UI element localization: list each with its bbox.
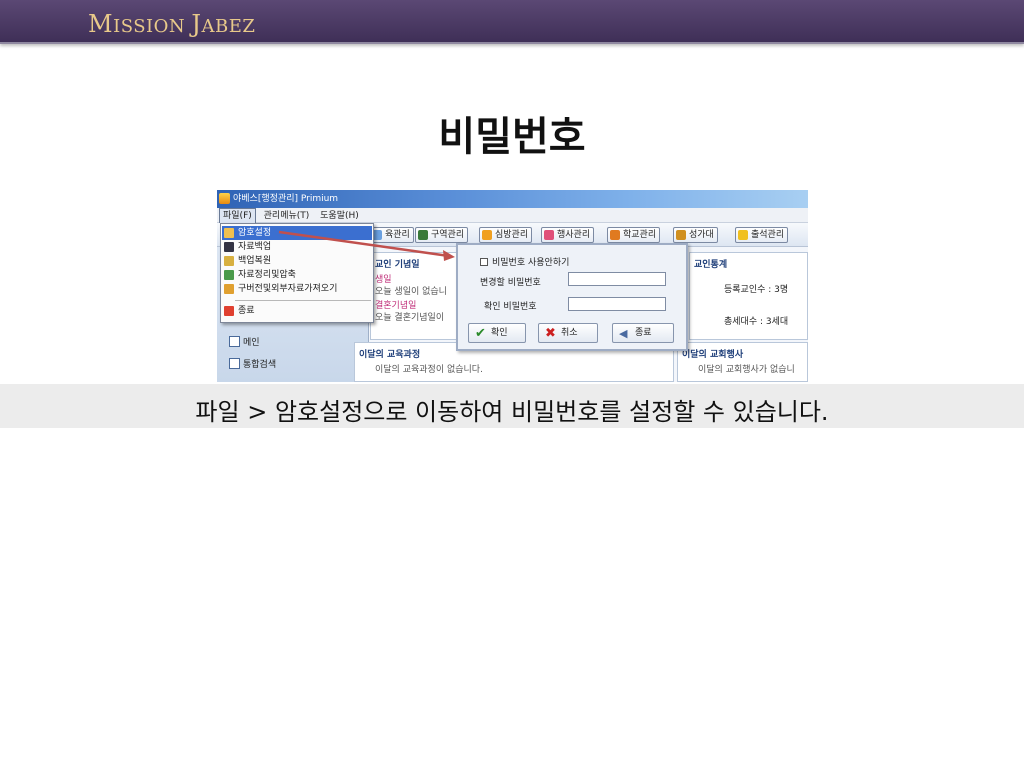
stats-members: 등록교인수 : 3명 — [724, 285, 789, 295]
recycle-icon — [224, 270, 234, 280]
menu-help[interactable]: 도움말(H) — [317, 209, 362, 223]
app-icon — [219, 193, 230, 204]
choir-icon — [676, 230, 686, 240]
stats-title: 교인통계 — [694, 260, 728, 270]
toolbar-choir-button[interactable]: 성가대 — [673, 227, 718, 243]
sidebar-item-search[interactable]: 통합검색 — [229, 357, 276, 370]
toolbar-education-button[interactable]: 육관리 — [369, 227, 414, 243]
wedding-label: 결혼기념일 — [375, 301, 417, 311]
main-icon — [229, 336, 240, 347]
attendance-icon — [738, 230, 748, 240]
app-screenshot: 야베스[행정관리] Primium 파일(F) 관리메뉴(T) 도움말(H) 육… — [217, 190, 808, 382]
menu-item-compress[interactable]: 자료정리및압축 — [222, 268, 372, 282]
password-dialog: 비밀번호 사용안하기 변경할 비밀번호 확인 비밀번호 ✔ 확인 ✖ 취소 ◀ 종료 — [456, 243, 688, 351]
menu-separator — [235, 300, 371, 301]
menu-item-restore[interactable]: 백업복원 — [222, 254, 372, 268]
ok-button[interactable]: ✔ 확인 — [468, 323, 526, 343]
menu-item-import[interactable]: 구버전및외부자료가져오기 — [222, 282, 372, 296]
new-password-input[interactable] — [568, 272, 666, 286]
slide-header-bar: MISSION JABEZ — [0, 0, 1024, 44]
checkbox-box — [480, 258, 488, 266]
key-icon — [224, 228, 234, 238]
disable-password-checkbox[interactable]: 비밀번호 사용안하기 — [480, 255, 569, 268]
anniversary-title: 교인 기념일 — [375, 260, 420, 270]
menu-file[interactable]: 파일(F) — [219, 208, 256, 224]
events-text: 이달의 교회행사가 없습니 — [698, 365, 795, 375]
x-icon: ✖ — [545, 326, 556, 341]
menu-item-exit[interactable]: 종료 — [222, 304, 372, 318]
toolbar-school-button[interactable]: 학교관리 — [607, 227, 661, 243]
exit-button[interactable]: ◀ 종료 — [612, 323, 674, 343]
new-password-label: 변경할 비밀번호 — [480, 278, 541, 288]
power-icon — [224, 306, 234, 316]
toolbar-district-button[interactable]: 구역관리 — [415, 227, 469, 243]
search-icon — [229, 358, 240, 369]
cancel-button[interactable]: ✖ 취소 — [538, 323, 598, 343]
anniversary-panel: 교인 기념일 생일 오늘 생일이 없습니 결혼기념일 오늘 결혼기념일이 — [370, 252, 460, 340]
window-titlebar: 야베스[행정관리] Primium — [217, 190, 808, 208]
events-title: 이달의 교회행사 — [682, 350, 744, 360]
slide-caption: 파일 > 암호설정으로 이동하여 비밀번호를 설정할 수 있습니다. — [195, 398, 829, 426]
sidebar-item-main[interactable]: 메인 — [229, 335, 260, 348]
menu-item-backup[interactable]: 자료백업 — [222, 240, 372, 254]
events-icon — [544, 230, 554, 240]
birthday-text: 오늘 생일이 없습니 — [375, 287, 447, 297]
brand-logo: MISSION JABEZ — [88, 10, 256, 38]
menu-item-password-setting[interactable]: 암호설정 — [222, 226, 372, 240]
file-menu-dropdown: 암호설정 자료백업 백업복원 자료정리및압축 구버전및외부자료가져오기 종료 — [220, 223, 374, 323]
slide-title: 비밀번호 — [438, 114, 586, 160]
school-icon — [610, 230, 620, 240]
visit-icon — [482, 230, 492, 240]
exit-icon: ◀ — [619, 327, 628, 340]
toolbar-visit-button[interactable]: 심방관리 — [479, 227, 533, 243]
menu-bar: 파일(F) 관리메뉴(T) 도움말(H) — [217, 208, 808, 224]
window-title: 야베스[행정관리] Primium — [233, 194, 339, 204]
courses-text: 이달의 교육과정이 없습니다. — [375, 365, 483, 375]
toolbar-attendance-button[interactable]: 출석관리 — [735, 227, 789, 243]
stats-panel: 교인통계 등록교인수 : 3명 총세대수 : 3세대 — [689, 252, 808, 340]
events-panel: 이달의 교회행사 이달의 교회행사가 없습니 — [677, 342, 808, 382]
save-icon — [224, 242, 234, 252]
confirm-password-label: 확인 비밀번호 — [484, 302, 537, 312]
import-icon — [224, 284, 234, 294]
menu-manage[interactable]: 관리메뉴(T) — [261, 209, 313, 223]
folder-icon — [224, 256, 234, 266]
confirm-password-input[interactable] — [568, 297, 666, 311]
check-icon: ✔ — [475, 326, 486, 341]
stats-households: 총세대수 : 3세대 — [724, 317, 789, 327]
wedding-text: 오늘 결혼기념일이 — [375, 313, 445, 323]
district-icon — [418, 230, 428, 240]
birthday-label: 생일 — [375, 275, 392, 285]
toolbar-events-button[interactable]: 행사관리 — [541, 227, 595, 243]
